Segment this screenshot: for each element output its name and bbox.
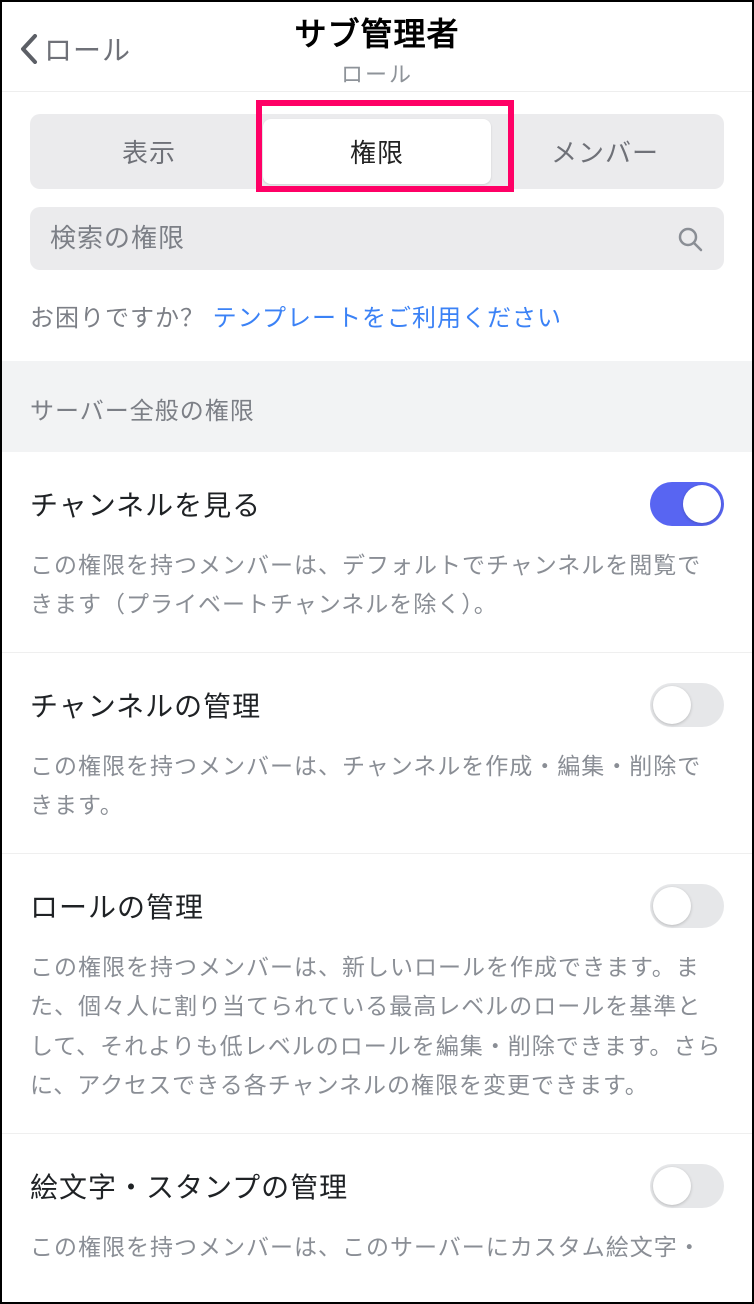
search-icon [676, 225, 704, 253]
permission-title: チャンネルの管理 [30, 685, 261, 725]
permission-title: 絵文字・スタンプの管理 [30, 1166, 348, 1206]
permission-desc: この権限を持つメンバーは、チャンネルを作成・編集・削除できます。 [30, 747, 724, 825]
chevron-left-icon [20, 34, 38, 64]
toggle-manage-channels[interactable] [650, 683, 724, 727]
toggle-manage-emoji[interactable] [650, 1164, 724, 1208]
search-row[interactable] [30, 207, 724, 270]
help-prefix: お困りですか？ [30, 305, 205, 332]
toggle-manage-roles[interactable] [650, 884, 724, 928]
header-bar: ロール サブ管理者 ロール [2, 2, 752, 92]
permission-manage-emoji: 絵文字・スタンプの管理 この権限を持つメンバーは、このサーバーにカスタム絵文字・ [2, 1134, 752, 1295]
help-text: お困りですか？ テンプレートをご利用ください [2, 270, 752, 361]
permission-desc: この権限を持つメンバーは、デフォルトでチャンネルを閲覧できます（プライベートチャ… [30, 546, 724, 624]
permission-title: ロールの管理 [30, 886, 204, 926]
permission-desc: この権限を持つメンバーは、新しいロールを作成できます。また、個々人に割り当てられ… [30, 948, 724, 1104]
help-link[interactable]: テンプレートをご利用ください [213, 305, 562, 332]
permission-manage-roles: ロールの管理 この権限を持つメンバーは、新しいロールを作成できます。また、個々人… [2, 854, 752, 1133]
tab-bar: 表示 権限 メンバー [30, 114, 724, 189]
search-input[interactable] [50, 223, 676, 254]
section-header: サーバー全般の権限 [2, 361, 752, 452]
toggle-view-channels[interactable] [650, 482, 724, 526]
permission-manage-channels: チャンネルの管理 この権限を持つメンバーは、チャンネルを作成・編集・削除できます… [2, 653, 752, 854]
permission-title: チャンネルを見る [30, 484, 261, 524]
tab-members[interactable]: メンバー [491, 119, 719, 184]
permission-desc: この権限を持つメンバーは、このサーバーにカスタム絵文字・ [30, 1228, 724, 1267]
tab-display[interactable]: 表示 [35, 119, 263, 184]
back-button[interactable]: ロール [20, 29, 131, 69]
permission-view-channels: チャンネルを見る この権限を持つメンバーは、デフォルトでチャンネルを閲覧できます… [2, 452, 752, 653]
back-label: ロール [44, 29, 131, 69]
tab-permissions[interactable]: 権限 [263, 119, 491, 184]
